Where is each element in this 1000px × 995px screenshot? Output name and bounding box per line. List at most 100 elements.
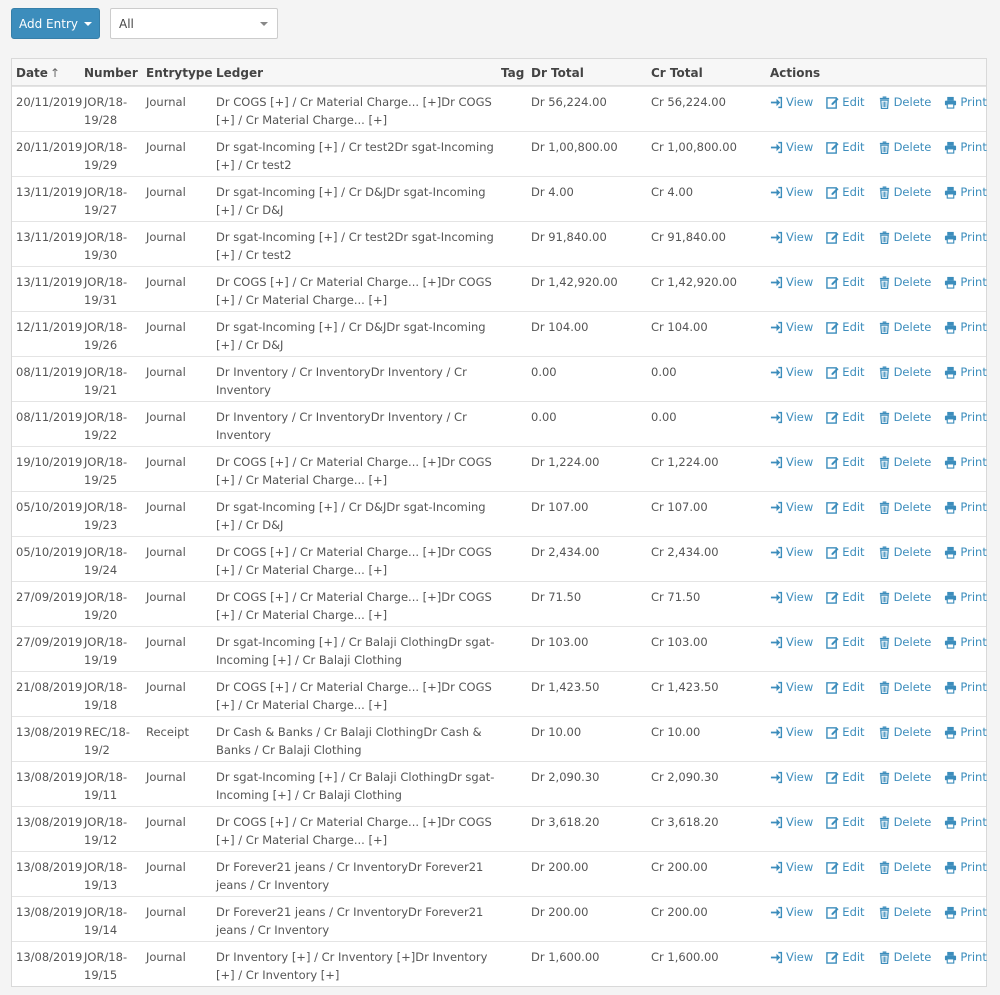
edit-label: Edit [842, 230, 865, 244]
edit-link[interactable]: Edit [826, 948, 865, 966]
edit-label: Edit [842, 590, 865, 604]
edit-link[interactable]: Edit [826, 813, 865, 831]
print-link[interactable]: Print [944, 93, 987, 111]
view-link[interactable]: View [770, 768, 813, 786]
edit-link[interactable]: Edit [826, 138, 865, 156]
delete-link[interactable]: Delete [878, 543, 931, 561]
delete-link[interactable]: Delete [878, 408, 931, 426]
view-link[interactable]: View [770, 948, 813, 966]
edit-link[interactable]: Edit [826, 93, 865, 111]
view-icon [770, 141, 783, 154]
view-link[interactable]: View [770, 588, 813, 606]
print-link[interactable]: Print [944, 633, 987, 651]
delete-link[interactable]: Delete [878, 183, 931, 201]
print-link[interactable]: Print [944, 588, 987, 606]
edit-link[interactable]: Edit [826, 903, 865, 921]
view-link[interactable]: View [770, 318, 813, 336]
view-link[interactable]: View [770, 453, 813, 471]
print-link[interactable]: Print [944, 498, 987, 516]
print-link[interactable]: Print [944, 408, 987, 426]
delete-link[interactable]: Delete [878, 498, 931, 516]
view-label: View [786, 140, 814, 154]
view-link[interactable]: View [770, 903, 813, 921]
edit-link[interactable]: Edit [826, 363, 865, 381]
table-row: 08/11/2019 JOR/18-19/21 Journal Dr Inventor… [12, 356, 987, 401]
edit-link[interactable]: Edit [826, 318, 865, 336]
edit-link[interactable]: Edit [826, 498, 865, 516]
edit-link[interactable]: Edit [826, 453, 865, 471]
print-link[interactable]: Print [944, 903, 987, 921]
view-link[interactable]: View [770, 813, 813, 831]
print-link[interactable]: Print [944, 678, 987, 696]
view-link[interactable]: View [770, 723, 813, 741]
delete-link[interactable]: Delete [878, 723, 931, 741]
delete-link[interactable]: Delete [878, 318, 931, 336]
view-link[interactable]: View [770, 363, 813, 381]
edit-link[interactable]: Edit [826, 183, 865, 201]
view-link[interactable]: View [770, 228, 813, 246]
view-link[interactable]: View [770, 858, 813, 876]
edit-link[interactable]: Edit [826, 678, 865, 696]
edit-link[interactable]: Edit [826, 588, 865, 606]
delete-link[interactable]: Delete [878, 768, 931, 786]
edit-link[interactable]: Edit [826, 228, 865, 246]
delete-link[interactable]: Delete [878, 813, 931, 831]
delete-link[interactable]: Delete [878, 678, 931, 696]
delete-link[interactable]: Delete [878, 903, 931, 921]
print-link[interactable]: Print [944, 948, 987, 966]
view-link[interactable]: View [770, 633, 813, 651]
print-link[interactable]: Print [944, 228, 987, 246]
cell-number: JOR/18-19/27 [84, 185, 128, 217]
delete-link[interactable]: Delete [878, 93, 931, 111]
delete-link[interactable]: Delete [878, 948, 931, 966]
view-link[interactable]: View [770, 498, 813, 516]
cell-number: JOR/18-19/13 [84, 860, 128, 892]
print-link[interactable]: Print [944, 183, 987, 201]
edit-link[interactable]: Edit [826, 543, 865, 561]
print-link[interactable]: Print [944, 858, 987, 876]
view-link[interactable]: View [770, 93, 813, 111]
cell-dr-total: Dr 10.00 [531, 725, 582, 739]
delete-link[interactable]: Delete [878, 273, 931, 291]
print-link[interactable]: Print [944, 363, 987, 381]
view-link[interactable]: View [770, 543, 813, 561]
delete-link[interactable]: Delete [878, 588, 931, 606]
delete-icon [878, 185, 891, 199]
edit-link[interactable]: Edit [826, 633, 865, 651]
delete-link[interactable]: Delete [878, 138, 931, 156]
cell-date: 13/08/2019 [16, 815, 83, 829]
delete-link[interactable]: Delete [878, 453, 931, 471]
table-row: 13/11/2019 JOR/18-19/31 Journal Dr COGS [+]… [12, 266, 987, 311]
header-date[interactable]: Date ↑ [16, 64, 80, 82]
view-link[interactable]: View [770, 678, 813, 696]
print-link[interactable]: Print [944, 723, 987, 741]
print-link[interactable]: Print [944, 273, 987, 291]
view-icon [770, 951, 783, 964]
print-link[interactable]: Print [944, 543, 987, 561]
edit-link[interactable]: Edit [826, 273, 865, 291]
edit-link[interactable]: Edit [826, 858, 865, 876]
print-link[interactable]: Print [944, 813, 987, 831]
edit-link[interactable]: Edit [826, 408, 865, 426]
cell-date: 13/08/2019 [16, 950, 83, 964]
print-link[interactable]: Print [944, 138, 987, 156]
delete-link[interactable]: Delete [878, 363, 931, 381]
edit-icon [826, 456, 839, 469]
edit-link[interactable]: Edit [826, 723, 865, 741]
view-link[interactable]: View [770, 138, 813, 156]
view-link[interactable]: View [770, 408, 813, 426]
delete-link[interactable]: Delete [878, 228, 931, 246]
print-link[interactable]: Print [944, 453, 987, 471]
view-link[interactable]: View [770, 273, 813, 291]
print-icon [944, 321, 957, 334]
view-link[interactable]: View [770, 183, 813, 201]
print-link[interactable]: Print [944, 318, 987, 336]
entrytype-filter-select[interactable]: All [110, 8, 278, 39]
delete-link[interactable]: Delete [878, 858, 931, 876]
add-entry-button[interactable]: Add Entry [11, 8, 100, 39]
delete-link[interactable]: Delete [878, 633, 931, 651]
edit-link[interactable]: Edit [826, 768, 865, 786]
print-label: Print [960, 95, 987, 109]
print-link[interactable]: Print [944, 768, 987, 786]
print-label: Print [960, 815, 987, 829]
